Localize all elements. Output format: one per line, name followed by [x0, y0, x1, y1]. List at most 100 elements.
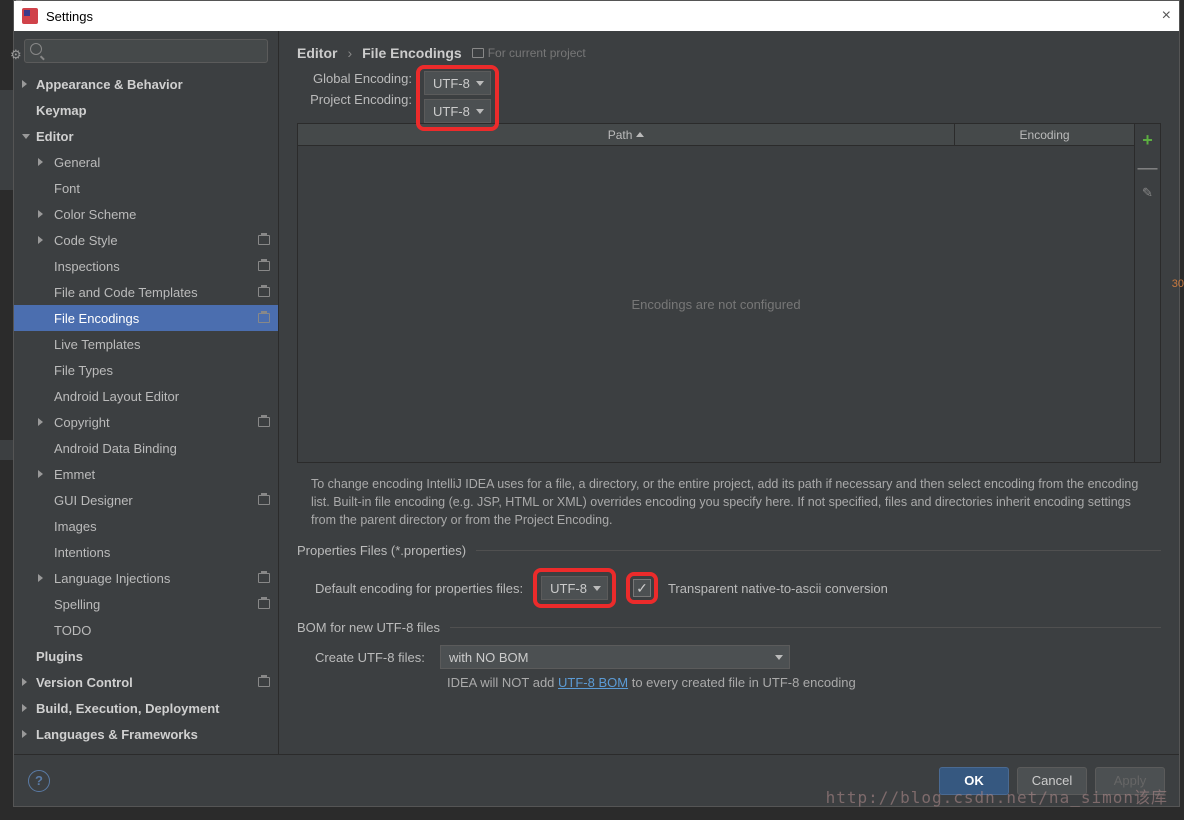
project-icon — [258, 287, 270, 297]
chevron-right-icon — [22, 678, 27, 686]
chevron-down-icon — [775, 655, 783, 660]
app-icon — [22, 8, 38, 24]
sidebar-item-font[interactable]: Font — [14, 175, 278, 201]
sidebar-item-label: Android Layout Editor — [54, 389, 179, 404]
project-icon — [258, 495, 270, 505]
sidebar-item-color-scheme[interactable]: Color Scheme — [14, 201, 278, 227]
chevron-right-icon: › — [347, 45, 352, 61]
sidebar-item-label: GUI Designer — [54, 493, 133, 508]
create-utf8-dropdown[interactable]: with NO BOM — [440, 645, 790, 669]
sidebar-item-live-templates[interactable]: Live Templates — [14, 331, 278, 357]
sidebar-item-label: Copyright — [54, 415, 110, 430]
sidebar-item-label: Font — [54, 181, 80, 196]
sidebar-item-label: Live Templates — [54, 337, 140, 352]
content: Editor › File Encodings For current proj… — [279, 31, 1179, 754]
breadcrumb-editor[interactable]: Editor — [297, 45, 337, 61]
sidebar-item-label: Color Scheme — [54, 207, 136, 222]
chevron-down-icon — [593, 586, 601, 591]
create-utf8-label: Create UTF-8 files: — [315, 650, 430, 665]
sidebar-item-label: Emmet — [54, 467, 95, 482]
sidebar-item-android-layout-editor[interactable]: Android Layout Editor — [14, 383, 278, 409]
sidebar-item-label: Build, Execution, Deployment — [36, 701, 219, 716]
gear-icon[interactable]: ⚙ — [14, 47, 23, 60]
project-icon — [258, 599, 270, 609]
edit-icon[interactable]: ✎ — [1142, 185, 1153, 201]
sidebar-item-label: Plugins — [36, 649, 83, 664]
search-input[interactable] — [24, 39, 268, 63]
chevron-right-icon — [38, 210, 43, 218]
sidebar-item-languages-frameworks[interactable]: Languages & Frameworks — [14, 721, 278, 747]
sidebar-item-label: Version Control — [36, 675, 133, 690]
transparent-ascii-label: Transparent native-to-ascii conversion — [668, 581, 888, 596]
add-icon[interactable]: + — [1142, 130, 1153, 151]
sidebar-item-plugins[interactable]: Plugins — [14, 643, 278, 669]
project-encoding-dropdown[interactable]: UTF-8 — [424, 99, 491, 123]
chevron-right-icon — [22, 80, 27, 88]
sidebar-item-label: Editor — [36, 129, 74, 144]
sidebar-item-label: Spelling — [54, 597, 100, 612]
sidebar-item-file-and-code-templates[interactable]: File and Code Templates — [14, 279, 278, 305]
project-icon — [258, 313, 270, 323]
close-icon[interactable]: × — [1162, 7, 1171, 25]
breadcrumb-page: File Encodings — [362, 45, 462, 61]
sidebar-item-code-style[interactable]: Code Style — [14, 227, 278, 253]
chevron-right-icon — [22, 730, 27, 738]
sidebar-item-label: Code Style — [54, 233, 118, 248]
sidebar-item-file-types[interactable]: File Types — [14, 357, 278, 383]
titlebar: Settings × — [14, 1, 1179, 31]
sidebar-item-emmet[interactable]: Emmet — [14, 461, 278, 487]
sidebar-item-label: File and Code Templates — [54, 285, 198, 300]
sidebar-item-version-control[interactable]: Version Control — [14, 669, 278, 695]
encodings-table: Path Encoding Encodings are not configur… — [297, 123, 1161, 463]
path-column-header[interactable]: Path — [298, 124, 955, 145]
sidebar-item-images[interactable]: Images — [14, 513, 278, 539]
sidebar-item-android-data-binding[interactable]: Android Data Binding — [14, 435, 278, 461]
watermark: http://blog.csdn.net/na_simon该库 — [826, 784, 1168, 808]
project-encoding-label: Project Encoding: — [297, 92, 412, 107]
project-icon — [258, 677, 270, 687]
chevron-right-icon — [38, 158, 43, 166]
chevron-right-icon — [38, 574, 43, 582]
sidebar-item-label: Language Injections — [54, 571, 170, 586]
sidebar-item-label: Inspections — [54, 259, 120, 274]
sidebar-item-file-encodings[interactable]: File Encodings — [14, 305, 278, 331]
sidebar-item-gui-designer[interactable]: GUI Designer — [14, 487, 278, 513]
table-empty-message: Encodings are not configured — [298, 146, 1134, 462]
sidebar-item-copyright[interactable]: Copyright — [14, 409, 278, 435]
sidebar-item-label: Intentions — [54, 545, 110, 560]
bom-section-title: BOM for new UTF-8 files — [297, 620, 440, 635]
project-icon — [258, 235, 270, 245]
sidebar-item-editor[interactable]: Editor — [14, 123, 278, 149]
encoding-column-header[interactable]: Encoding — [955, 124, 1134, 145]
global-encoding-dropdown[interactable]: UTF-8 — [424, 71, 491, 95]
chevron-down-icon — [476, 81, 484, 86]
sidebar-item-intentions[interactable]: Intentions — [14, 539, 278, 565]
sidebar-item-general[interactable]: General — [14, 149, 278, 175]
sidebar-item-keymap[interactable]: Keymap — [14, 97, 278, 123]
project-icon — [258, 261, 270, 271]
search-icon — [30, 43, 42, 55]
transparent-ascii-checkbox[interactable]: ✓ — [633, 579, 651, 597]
sidebar-item-label: Languages & Frameworks — [36, 727, 198, 742]
sidebar-item-spelling[interactable]: Spelling — [14, 591, 278, 617]
gutter-number: 30 — [1172, 278, 1184, 290]
breadcrumb: Editor › File Encodings For current proj… — [297, 45, 1161, 61]
sidebar-item-todo[interactable]: TODO — [14, 617, 278, 643]
sidebar-item-build-execution-deployment[interactable]: Build, Execution, Deployment — [14, 695, 278, 721]
properties-section-title: Properties Files (*.properties) — [297, 543, 466, 558]
sort-asc-icon — [636, 132, 644, 137]
chevron-right-icon — [22, 704, 27, 712]
sidebar-item-language-injections[interactable]: Language Injections — [14, 565, 278, 591]
chevron-down-icon — [22, 134, 30, 139]
properties-encoding-dropdown[interactable]: UTF-8 — [541, 576, 608, 600]
help-button[interactable]: ? — [28, 770, 50, 792]
sidebar-item-appearance-behavior[interactable]: Appearance & Behavior — [14, 71, 278, 97]
sidebar-item-inspections[interactable]: Inspections — [14, 253, 278, 279]
utf8-bom-link[interactable]: UTF-8 BOM — [558, 675, 628, 690]
global-encoding-label: Global Encoding: — [297, 71, 412, 86]
project-icon — [258, 573, 270, 583]
settings-window: Settings × ⚙ Appearance & Behavior Keymap… — [13, 0, 1180, 807]
remove-icon[interactable]: — — [1138, 165, 1158, 171]
sidebar-item-label: Appearance & Behavior — [36, 77, 183, 92]
sidebar-item-label: File Types — [54, 363, 113, 378]
